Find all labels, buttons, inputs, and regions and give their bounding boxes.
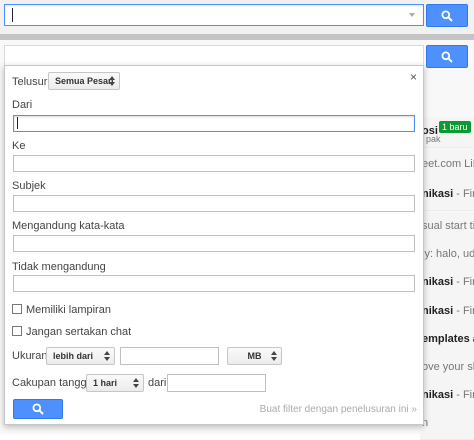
text-cursor <box>12 8 13 22</box>
mail-preview-text: ly: halo, uda <box>422 248 474 260</box>
to-label: Ke <box>12 140 26 152</box>
from-field[interactable] <box>13 115 415 132</box>
size-unit-select[interactable]: MB <box>227 347 282 365</box>
advanced-search-panel: × Telusuri Semua Pesan Dari Ke Subjek Me… <box>4 65 424 425</box>
search-button[interactable] <box>426 4 468 27</box>
search-in-label: Telusuri <box>12 76 50 88</box>
list-item[interactable]: osi 1 baru pak <box>420 117 474 148</box>
date-input[interactable] <box>167 374 266 392</box>
has-words-field[interactable] <box>13 235 415 252</box>
list-item[interactable]: emplates at <box>420 325 474 356</box>
mail-snippet: - Find <box>456 188 474 200</box>
mail-preview-text: nikasi - Find <box>422 305 474 317</box>
create-filter-link[interactable]: Buat filter dengan penelusuran ini » <box>260 404 417 415</box>
select-arrows-icon <box>109 76 115 86</box>
size-value-input[interactable] <box>120 347 219 365</box>
exclude-chats-label: Jangan sertakan chat <box>26 326 132 338</box>
date-within-label: Cakupan tanggal <box>12 377 96 389</box>
from-label: Dari <box>12 99 33 111</box>
search-icon <box>441 10 453 22</box>
list-item[interactable]: ove your skil <box>420 353 474 384</box>
mail-preview-text: sual start tim <box>422 220 474 232</box>
mail-subject: nikasi <box>422 389 454 401</box>
text-cursor <box>17 117 18 129</box>
chevron-down-icon[interactable] <box>409 13 415 17</box>
to-field[interactable] <box>13 155 415 172</box>
advanced-search-button[interactable] <box>13 399 63 419</box>
search-input[interactable] <box>4 4 424 26</box>
list-item[interactable]: n <box>420 409 474 440</box>
list-item[interactable]: nikasi - Find <box>420 180 474 211</box>
date-within-value: 1 hari <box>93 378 118 388</box>
subject-field[interactable] <box>13 195 415 212</box>
not-has-label: Tidak mengandung <box>12 261 106 273</box>
status-badge: 1 baru <box>439 121 471 133</box>
mail-preview-text: nikasi - Find <box>422 276 474 288</box>
not-has-field[interactable] <box>13 275 415 292</box>
list-item[interactable]: nikasi - Find <box>420 297 474 328</box>
close-icon[interactable]: × <box>410 70 417 84</box>
date-within-select[interactable]: 1 hari <box>86 374 144 392</box>
mail-preview-text: eet.com LiN <box>422 158 474 170</box>
subject-label: Subjek <box>12 180 46 192</box>
search-in-select[interactable]: Semua Pesan <box>48 72 120 90</box>
mail-preview-text: nikasi - Find <box>422 389 474 401</box>
date-from-label: dari <box>148 377 167 389</box>
background-search-input <box>4 45 424 67</box>
search-icon <box>441 51 453 63</box>
list-item[interactable]: nikasi - Find <box>420 381 474 412</box>
size-unit-value: MB <box>247 351 262 361</box>
mail-snippet: - Find <box>456 276 474 288</box>
select-arrows-icon <box>133 378 139 388</box>
mail-subject: nikasi <box>422 188 454 200</box>
list-item[interactable]: eet.com LiN <box>420 150 474 181</box>
list-item[interactable]: ly: halo, uda <box>420 240 474 271</box>
mail-snippet: - Find <box>456 389 474 401</box>
mail-preview-text: emplates at <box>422 333 474 345</box>
has-attachment-checkbox[interactable] <box>12 304 22 314</box>
mail-subject: nikasi <box>422 305 454 317</box>
mail-subject: emplates at <box>422 333 474 345</box>
list-item[interactable]: nikasi - Find <box>420 268 474 299</box>
mail-snippet: eet.com LiN <box>422 158 474 170</box>
exclude-chats-checkbox[interactable] <box>12 326 22 336</box>
size-operator-select[interactable]: lebih dari <box>46 347 115 365</box>
mail-snippet: sual start tim <box>422 220 474 232</box>
list-item[interactable]: sual start tim <box>420 212 474 243</box>
mail-snippet: ove your skil <box>422 361 474 373</box>
has-attachment-label: Memiliki lampiran <box>26 304 111 316</box>
select-arrows-icon <box>104 351 110 361</box>
background-search-button <box>426 45 468 68</box>
mail-snippet: - Find <box>456 305 474 317</box>
mail-preview-text: nikasi - Find <box>422 188 474 200</box>
has-words-label: Mengandung kata-kata <box>12 220 125 232</box>
search-in-value: Semua Pesan <box>55 76 114 86</box>
size-label: Ukuran <box>12 350 48 362</box>
header-bar <box>0 0 474 34</box>
size-operator-value: lebih dari <box>53 351 94 361</box>
mail-subject: nikasi <box>422 276 454 288</box>
mail-snippet: ly: halo, uda <box>422 248 474 260</box>
mail-preview-text: ove your skil <box>422 361 474 373</box>
select-arrows-icon <box>271 351 277 361</box>
search-icon <box>32 403 44 415</box>
mail-sub-text: pak <box>426 134 441 144</box>
